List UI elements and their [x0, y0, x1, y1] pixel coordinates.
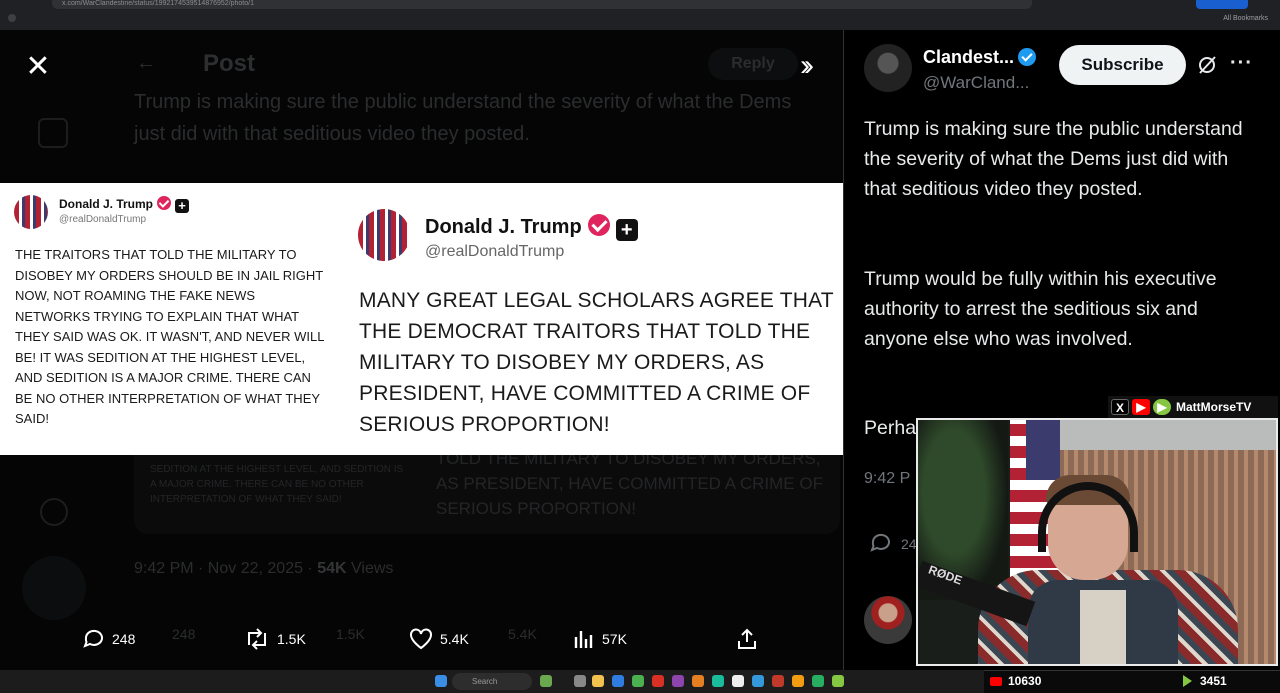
analytics-icon	[574, 631, 593, 648]
taskbar-search[interactable]: Search	[452, 673, 532, 690]
right-post-handle: @realDonaldTrump	[425, 243, 565, 260]
background-action-ghost: 1.5K	[336, 626, 365, 642]
task-view-icon[interactable]	[574, 675, 586, 687]
left-post-handle: @realDonaldTrump	[59, 214, 147, 225]
browser-toolbar: x.com/WarClandestine/status/199217453951…	[0, 0, 1280, 30]
address-bar[interactable]: x.com/WarClandestine/status/199217453951…	[52, 0, 1032, 9]
close-button[interactable]: ✕	[18, 50, 58, 86]
right-post-avatar	[358, 209, 410, 261]
compose-button	[22, 556, 86, 620]
verified-badge-icon	[157, 196, 172, 210]
menu-icon[interactable]	[8, 14, 16, 22]
share-icon	[738, 628, 756, 649]
youtube-icon	[990, 676, 1002, 686]
heart-icon	[410, 628, 432, 650]
post-timestamp: 9:42 PM · Nov 22, 2025 · 54K Views	[134, 560, 393, 578]
app-icon[interactable]	[712, 675, 724, 687]
background-card-left-text: SEDITION AT THE HIGHEST LEVEL, AND SEDIT…	[150, 464, 404, 505]
streamer-handle: MattMorseTV	[1176, 400, 1252, 414]
globe-icon	[40, 498, 68, 526]
post-image[interactable]: Donald J. Trump + @realDonaldTrump THE TR…	[0, 183, 843, 455]
post-views-label: Views	[351, 560, 394, 577]
reply-user-avatar[interactable]	[864, 596, 912, 644]
verified-check-icon	[1018, 48, 1037, 66]
verified-badge-icon	[587, 214, 610, 236]
left-post-author-name: Donald J. Trump	[59, 197, 154, 211]
rumble-app-icon[interactable]	[832, 675, 844, 687]
left-post-author: Donald J. Trump +	[59, 196, 190, 213]
rumble-viewers: 3451	[1183, 674, 1227, 688]
reply-icon[interactable]	[869, 531, 893, 555]
webcam-flag-canton	[1026, 420, 1060, 480]
plus-badge-icon: +	[615, 219, 638, 241]
more-options-icon[interactable]: ···	[1230, 52, 1253, 75]
youtube-viewers: 10630	[990, 674, 1041, 688]
like-action-button[interactable]: 5.4K	[408, 624, 469, 654]
left-post-avatar	[14, 195, 48, 229]
webcam-overlay: RØDE	[916, 418, 1278, 666]
background-card-right-text: TOLD THE MILITARY TO DISOBEY MY ORDERS, …	[436, 449, 823, 518]
youtube-viewer-count: 10630	[1008, 674, 1042, 688]
right-post-text: MANY GREAT LEGAL SCHOLARS AGREE THAT THE…	[359, 289, 834, 436]
right-post-author-name: Donald J. Trump	[425, 216, 582, 238]
windows-start-icon[interactable]	[435, 675, 447, 687]
edge-icon[interactable]	[612, 675, 624, 687]
rumble-icon	[1183, 675, 1192, 687]
home-icon	[38, 118, 68, 148]
repost-icon	[248, 628, 266, 650]
reply-count: 248	[112, 631, 136, 647]
reply-count: 24	[901, 536, 917, 552]
chrome-icon[interactable]	[632, 675, 644, 687]
post-text-paragraph: Trump would be fully within his executiv…	[864, 268, 1217, 350]
post-timestamp[interactable]: 9:42 P	[864, 470, 910, 488]
post-views-count: 54K	[317, 560, 347, 577]
repost-count: 1.5K	[277, 631, 306, 647]
app-icon[interactable]	[792, 675, 804, 687]
reply-icon	[83, 629, 103, 648]
background-action-ghost: 248	[172, 626, 196, 642]
stream-social-bar: X ▶ ▶ MattMorseTV	[1108, 396, 1278, 418]
app-icon[interactable]	[732, 675, 744, 687]
like-count: 5.4K	[440, 631, 469, 647]
youtube-icon: ▶	[1132, 399, 1150, 415]
reply-action-button[interactable]: 248	[82, 624, 135, 654]
author-name: Clandest...	[923, 47, 1015, 67]
app-icon[interactable]	[772, 675, 784, 687]
author-name-row[interactable]: Clandest...	[923, 47, 1037, 68]
file-explorer-icon[interactable]	[592, 675, 604, 687]
x-logo-icon: X	[1111, 399, 1129, 415]
views-action-button[interactable]: 57K	[572, 624, 627, 654]
extension-badge[interactable]	[1196, 0, 1248, 9]
post-text-paragraph: Perha	[864, 417, 917, 439]
share-action-button[interactable]	[735, 624, 765, 654]
app-icon[interactable]	[692, 675, 704, 687]
background-post-text: Trump is making sure the public understa…	[134, 91, 792, 145]
repost-action-button[interactable]: 1.5K	[243, 624, 306, 654]
collapse-panel-button[interactable]: ››	[784, 50, 824, 86]
subscribe-button[interactable]: Subscribe	[1059, 45, 1186, 85]
app-icon[interactable]	[752, 675, 764, 687]
rumble-icon: ▶	[1153, 399, 1171, 415]
webcam-person-shirt	[1080, 590, 1126, 664]
author-avatar[interactable]	[864, 44, 912, 92]
right-post-author: Donald J. Trump +	[425, 214, 638, 241]
background-action-ghost: 5.4K	[508, 626, 537, 642]
all-bookmarks-link[interactable]: All Bookmarks	[1223, 15, 1268, 22]
page-title: Post	[203, 50, 256, 77]
grok-icon[interactable]	[1196, 54, 1218, 76]
post-text-paragraph: Trump is making sure the public understa…	[864, 118, 1243, 200]
author-handle[interactable]: @WarCland...	[923, 73, 1029, 93]
app-icon[interactable]	[812, 675, 824, 687]
left-post-text: THE TRAITORS THAT TOLD THE MILITARY TO D…	[15, 247, 325, 426]
app-icon[interactable]	[652, 675, 664, 687]
widget-icon[interactable]	[540, 675, 552, 687]
app-icon[interactable]	[672, 675, 684, 687]
plus-badge-icon: +	[175, 199, 190, 213]
views-count: 57K	[602, 631, 627, 647]
post-date: 9:42 PM · Nov 22, 2025 ·	[134, 560, 313, 577]
rumble-viewer-count: 3451	[1200, 674, 1227, 688]
back-arrow-icon: ←	[136, 52, 156, 74]
